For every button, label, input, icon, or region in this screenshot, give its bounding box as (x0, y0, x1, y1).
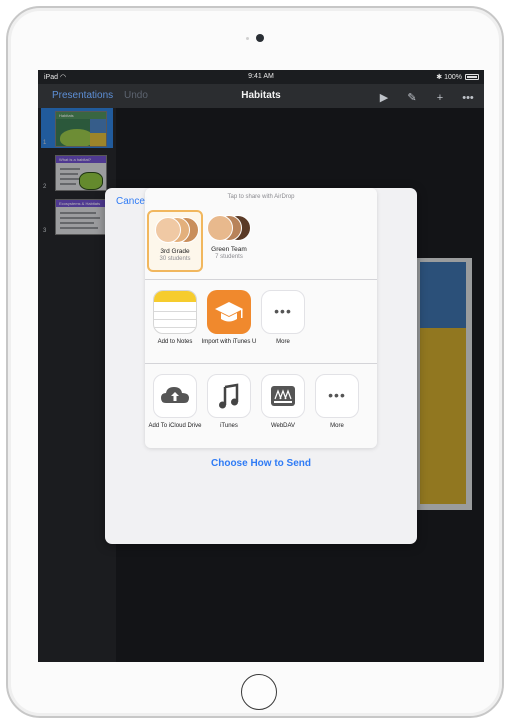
target-count: 7 students (215, 254, 243, 260)
front-camera (256, 34, 264, 42)
action-itunes[interactable]: iTunes (201, 374, 257, 430)
app-label: Add to Notes (157, 339, 193, 345)
share-app-more[interactable]: ••• More (255, 290, 311, 346)
divider (145, 279, 377, 280)
share-sheet: Tap to share with AirDrop 3rd Grade 30 s… (145, 188, 377, 448)
toolbar-icons: ▶ ✎ + ••• (364, 88, 476, 106)
app-label: More (276, 339, 290, 345)
cancel-button[interactable]: Cancel (116, 196, 147, 207)
play-icon[interactable]: ▶ (376, 91, 392, 104)
webdav-icon (261, 374, 305, 418)
target-name: Green Team (211, 246, 247, 253)
action-label: More (330, 423, 344, 429)
action-label: iTunes (220, 423, 238, 429)
more-dots-icon: ••• (261, 290, 305, 334)
graduation-cap-icon (207, 290, 251, 334)
send-sheet: Cancel Tap to share with AirDrop 3rd Gra… (105, 188, 417, 544)
group-avatar (155, 217, 199, 245)
status-battery-text: ✱ 100% (436, 74, 462, 81)
battery-icon (465, 74, 479, 80)
share-app-notes[interactable]: Add to Notes (147, 290, 203, 346)
target-count: 30 students (159, 256, 191, 262)
choose-how-to-send-button[interactable]: Choose How to Send (145, 458, 377, 469)
status-bar: iPad ◠ 9:41 AM ✱ 100% (38, 70, 484, 84)
divider (145, 363, 377, 364)
navigation-bar: Presentations Undo Habitats ▶ ✎ + ••• (38, 84, 484, 108)
music-note-icon (207, 374, 251, 418)
icloud-upload-icon (153, 374, 197, 418)
app-label: Import with iTunes U (201, 339, 257, 345)
action-label: Add To iCloud Drive (148, 423, 202, 429)
screen: iPad ◠ 9:41 AM ✱ 100% Presentations Undo… (38, 70, 484, 662)
home-button[interactable] (241, 674, 277, 710)
target-name: 3rd Grade (160, 248, 190, 255)
more-dots-icon: ••• (315, 374, 359, 418)
action-icloud-drive[interactable]: Add To iCloud Drive (147, 374, 203, 430)
light-sensor (246, 37, 249, 40)
ipad-device: iPad ◠ 9:41 AM ✱ 100% Presentations Undo… (0, 0, 510, 722)
action-webdav[interactable]: WebDAV (255, 374, 311, 430)
group-avatar (207, 215, 251, 243)
airdrop-hint: Tap to share with AirDrop (227, 194, 295, 200)
airdrop-target-3rd-grade[interactable]: 3rd Grade 30 students (147, 210, 203, 272)
more-icon[interactable]: ••• (460, 92, 476, 104)
format-brush-icon[interactable]: ✎ (404, 91, 420, 104)
action-label: WebDAV (270, 423, 296, 429)
airdrop-target-green-team[interactable]: Green Team 7 students (201, 210, 257, 272)
notes-icon (153, 290, 197, 334)
action-more[interactable]: ••• More (309, 374, 365, 430)
status-time: 9:41 AM (248, 73, 274, 80)
bluetooth-icon: ✱ (436, 74, 443, 81)
share-app-itunes-u[interactable]: Import with iTunes U (201, 290, 257, 346)
add-icon[interactable]: + (432, 92, 448, 104)
